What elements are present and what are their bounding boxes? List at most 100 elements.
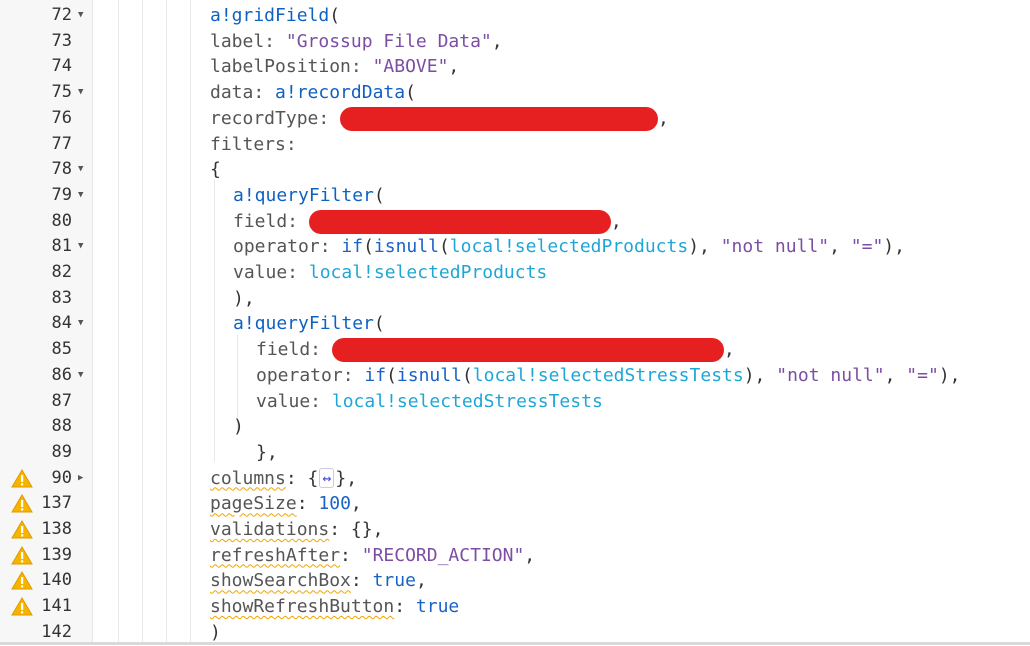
code-token: a!gridField bbox=[210, 5, 330, 26]
code-line[interactable]: 87 value: local!selectedStressTests bbox=[0, 389, 1030, 415]
code-line[interactable]: 90 ▶ columns: {↔}, bbox=[0, 466, 1030, 492]
code-token: : { bbox=[285, 467, 319, 489]
code-text[interactable]: a!gridField( bbox=[210, 3, 340, 29]
code-line[interactable]: 84 ▼ a!queryFilter( bbox=[0, 311, 1030, 337]
code-text[interactable]: columns: {↔}, bbox=[210, 466, 357, 492]
code-line[interactable]: 82 value: local!selectedProducts bbox=[0, 260, 1030, 286]
code-text[interactable]: { bbox=[210, 157, 221, 183]
code-text[interactable]: pageSize: 100, bbox=[210, 491, 362, 517]
line-number: 75 bbox=[51, 82, 72, 103]
warning-underlined-token: validations bbox=[210, 519, 330, 540]
code-line[interactable]: 81 ▼ operator: if(isnull(local!selectedPro… bbox=[0, 234, 1030, 260]
code-token: , bbox=[658, 107, 669, 129]
code-text[interactable]: filters: bbox=[210, 132, 297, 158]
code-text[interactable]: }, bbox=[256, 440, 278, 466]
code-line[interactable]: 141 showRefreshButton: true bbox=[0, 594, 1030, 620]
code-token: ), bbox=[938, 364, 961, 386]
code-token: ), bbox=[233, 287, 255, 309]
fold-toggle-icon[interactable]: ▼ bbox=[78, 157, 83, 183]
code-token: true bbox=[415, 596, 460, 618]
fold-toggle-icon[interactable]: ▼ bbox=[78, 363, 83, 389]
code-line[interactable]: 88) bbox=[0, 414, 1030, 440]
line-number: 72 bbox=[51, 5, 72, 25]
code-token: local!selectedStressTests bbox=[472, 364, 744, 386]
code-line[interactable]: 74 labelPosition: "ABOVE", bbox=[0, 54, 1030, 80]
code-token: , bbox=[723, 339, 735, 361]
warning-underlined-token: showSearchBox bbox=[210, 570, 351, 592]
code-line[interactable]: 85 field: , bbox=[0, 337, 1030, 363]
code-token: true bbox=[372, 570, 416, 592]
code-line[interactable]: 75 ▼ data: a!recordData( bbox=[0, 80, 1030, 106]
fold-toggle-icon[interactable]: ▼ bbox=[78, 183, 83, 209]
fold-toggle-icon[interactable]: ▼ bbox=[78, 80, 83, 106]
collapsed-section-expander[interactable]: ↔ bbox=[319, 467, 335, 488]
code-line[interactable]: 137 pageSize: 100, bbox=[0, 491, 1030, 517]
code-text[interactable]: value: local!selectedStressTests bbox=[256, 389, 603, 415]
code-token: "not null" bbox=[720, 236, 830, 258]
code-text[interactable]: ) bbox=[233, 414, 244, 440]
code-text[interactable]: labelPosition: "ABOVE", bbox=[210, 54, 459, 80]
line-number: 87 bbox=[51, 390, 72, 411]
code-line[interactable]: 140 showSearchBox: true, bbox=[0, 568, 1030, 594]
fold-toggle-icon[interactable]: ▼ bbox=[78, 234, 83, 260]
code-line[interactable]: 77 filters: bbox=[0, 132, 1030, 158]
code-text[interactable]: a!queryFilter( bbox=[233, 311, 385, 337]
code-text[interactable]: refreshAfter: "RECORD_ACTION", bbox=[210, 543, 535, 569]
code-token: labelPosition: bbox=[210, 56, 373, 78]
code-token: "=" bbox=[850, 236, 884, 258]
code-line[interactable]: 138 validations: {}, bbox=[0, 517, 1030, 543]
fold-toggle-icon[interactable]: ▼ bbox=[78, 311, 83, 337]
code-token: operator: bbox=[233, 236, 342, 258]
code-token: recordType: bbox=[210, 107, 341, 129]
code-token: : bbox=[394, 596, 416, 618]
code-token: field: bbox=[256, 339, 332, 361]
code-line[interactable]: 78 ▼ { bbox=[0, 157, 1030, 183]
code-text[interactable]: field: , bbox=[233, 209, 622, 235]
code-token: field: bbox=[233, 210, 309, 232]
code-line[interactable]: 139 refreshAfter: "RECORD_ACTION", bbox=[0, 543, 1030, 569]
code-token: , bbox=[448, 56, 460, 78]
warning-underlined-token: showRefreshButton bbox=[210, 596, 395, 618]
code-text[interactable]: operator: if(isnull(local!selectedProduc… bbox=[233, 234, 905, 260]
code-text[interactable]: validations: {}, bbox=[210, 517, 383, 543]
code-token: , bbox=[884, 364, 907, 386]
fold-toggle-icon[interactable]: ▼ bbox=[78, 3, 83, 29]
code-token: , bbox=[829, 236, 851, 258]
code-token: , bbox=[415, 570, 427, 592]
code-line[interactable]: 89}, bbox=[0, 440, 1030, 466]
code-text[interactable]: data: a!recordData( bbox=[210, 80, 416, 106]
code-text[interactable]: value: local!selectedProducts bbox=[233, 260, 547, 286]
code-line[interactable]: 86 ▼ operator: if(isnull(local!selectedStr… bbox=[0, 363, 1030, 389]
line-number: 79 bbox=[51, 184, 72, 205]
code-text[interactable]: showRefreshButton: true bbox=[210, 594, 459, 620]
code-token: ( bbox=[386, 364, 397, 386]
code-text[interactable]: ), bbox=[233, 286, 255, 312]
code-text[interactable]: label: "Grossup File Data", bbox=[210, 29, 503, 55]
code-token: ( bbox=[373, 313, 385, 335]
code-text[interactable]: a!queryFilter( bbox=[233, 183, 385, 209]
code-line[interactable]: 73 label: "Grossup File Data", bbox=[0, 29, 1030, 55]
code-token: ), bbox=[688, 236, 721, 258]
code-line[interactable]: 72 ▼ a!gridField( bbox=[0, 3, 1030, 29]
code-token: ), bbox=[743, 364, 777, 386]
code-text[interactable]: field: , bbox=[256, 337, 735, 363]
code-line[interactable]: 80 field: , bbox=[0, 209, 1030, 235]
code-text[interactable]: recordType: , bbox=[210, 106, 669, 132]
code-token: if bbox=[364, 364, 387, 386]
code-line[interactable]: 83), bbox=[0, 286, 1030, 312]
code-token: local!selectedStressTests bbox=[331, 390, 603, 412]
code-token: ( bbox=[363, 236, 374, 258]
code-token: ( bbox=[461, 364, 473, 386]
code-token: a!queryFilter bbox=[233, 313, 374, 335]
code-token: a!recordData bbox=[275, 82, 406, 104]
code-line[interactable]: 76 recordType: , bbox=[0, 106, 1030, 132]
code-token: , bbox=[350, 493, 362, 515]
code-text[interactable]: operator: if(isnull(local!selectedStress… bbox=[256, 363, 961, 389]
unfold-toggle-icon[interactable]: ▶ bbox=[78, 466, 83, 492]
code-text[interactable]: showSearchBox: true, bbox=[210, 568, 427, 594]
line-number: 78 bbox=[51, 159, 72, 180]
warning-underlined-token: pageSize bbox=[210, 493, 297, 515]
line-number: 140 bbox=[41, 570, 72, 591]
code-token: 100 bbox=[318, 493, 351, 515]
code-line[interactable]: 79 ▼ a!queryFilter( bbox=[0, 183, 1030, 209]
